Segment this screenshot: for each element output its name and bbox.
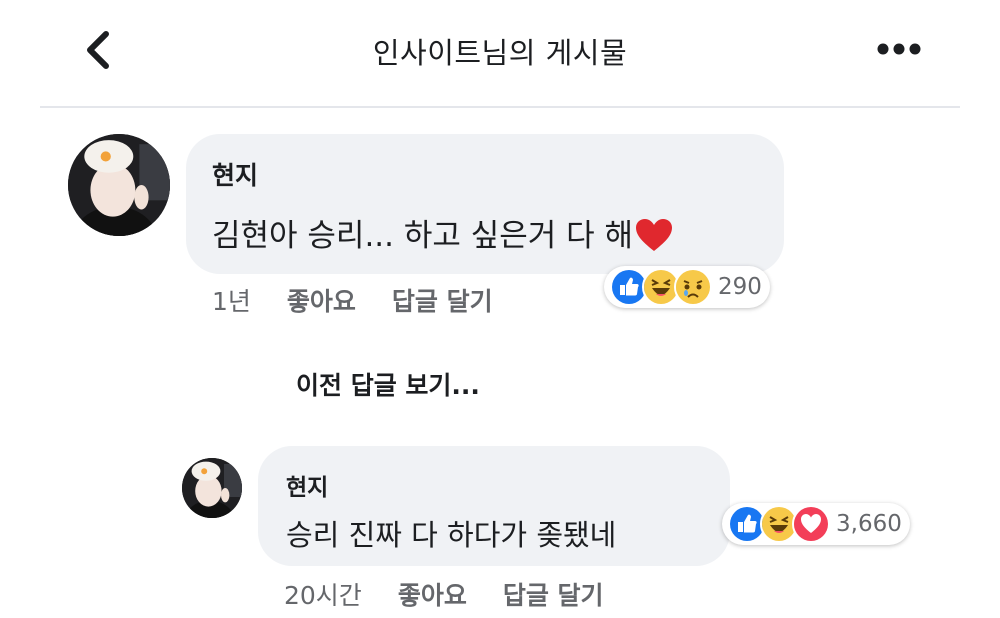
view-previous-replies-link[interactable]: 이전 답글 보기... [296,366,480,402]
comment-text: 김현아 승리... 하고 싶은거 다 해 [212,210,673,260]
reaction-summary[interactable]: 3,660 [722,503,910,545]
red-heart-icon [635,218,673,260]
like-link[interactable]: 좋아요 [287,287,356,316]
reply-link[interactable]: 답글 달기 [503,581,604,610]
reply-bubble: 현지 승리 진짜 다 하다가 좆됐네 [258,446,730,566]
comment-bubble: 현지 김현아 승리... 하고 싶은거 다 해 [186,134,784,274]
comment-meta: 1년 좋아요 답글 달기 [212,282,529,318]
more-options-button[interactable] [872,36,926,62]
avatar[interactable] [68,134,170,236]
like-link[interactable]: 좋아요 [398,581,467,610]
sad-icon [674,268,712,306]
more-dots-icon [877,43,921,55]
comment-author[interactable]: 현지 [212,156,258,192]
reply-text: 승리 진짜 다 하다가 좆됐네 [286,518,617,552]
post-header: 인사이트님의 게시물 [0,0,1000,108]
reaction-count: 290 [718,274,762,300]
reply-author[interactable]: 현지 [286,468,328,502]
reply-link[interactable]: 답글 달기 [392,287,493,316]
reaction-summary[interactable]: 290 [604,266,770,308]
avatar[interactable] [182,458,242,518]
reply-meta: 20시간 좋아요 답글 달기 [284,576,640,612]
page-title: 인사이트님의 게시물 [372,36,628,70]
comment-time[interactable]: 1년 [212,287,251,316]
header-divider [40,106,960,108]
reaction-count: 3,660 [836,511,902,537]
love-icon [792,505,830,543]
reply-time[interactable]: 20시간 [284,581,362,610]
